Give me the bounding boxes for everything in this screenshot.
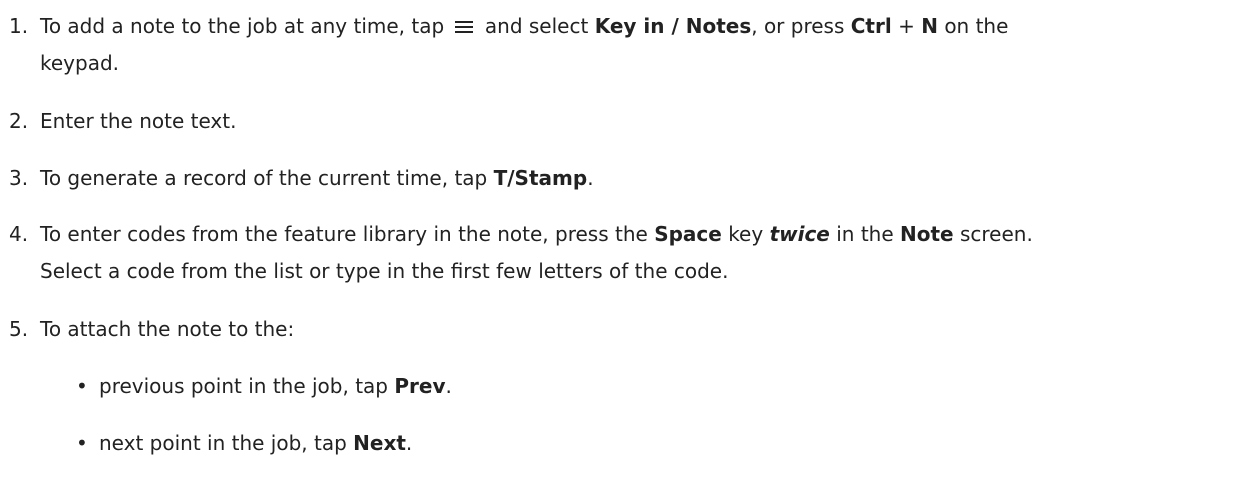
key-space: Space xyxy=(654,222,722,246)
key-n: N xyxy=(921,14,938,38)
step-body: To generate a record of the current time… xyxy=(40,160,1250,197)
step-number: 5. xyxy=(9,317,29,341)
text-segment: previous point in the job, tap xyxy=(99,374,388,398)
step-number: 2. xyxy=(9,109,29,133)
step-1-line-1: To add a note to the job at any time, ta… xyxy=(40,8,1250,45)
bullet-text: previous point in the job, tap Prev. xyxy=(99,368,452,405)
button-next: Next xyxy=(353,431,406,455)
step-body: Enter the note text. xyxy=(40,103,1250,140)
text-segment: , or press xyxy=(751,14,845,38)
text-segment: on the xyxy=(944,14,1009,38)
text-segment: key xyxy=(728,222,764,246)
text-segment: To enter codes from the feature library … xyxy=(40,222,648,246)
step-4-line-1: To enter codes from the feature library … xyxy=(40,216,1250,253)
text-segment: To generate a record of the current time… xyxy=(40,166,488,190)
step-2-text: Enter the note text. xyxy=(40,109,237,133)
step-body: To attach the note to the: xyxy=(40,311,1250,348)
step-3-text: To generate a record of the current time… xyxy=(40,160,1250,197)
menu-icon xyxy=(454,20,473,34)
bullet-marker: • xyxy=(76,431,88,455)
bullet-text: next point in the job, tap Next. xyxy=(99,425,412,462)
text-segment: screen. xyxy=(959,222,1033,246)
text-segment: and select xyxy=(484,14,589,38)
step-number: 4. xyxy=(9,222,29,246)
text-segment: To add a note to the job at any time, ta… xyxy=(40,14,445,38)
text-segment: . xyxy=(445,374,452,398)
instructions-document: 1. To add a note to the job at any time,… xyxy=(0,0,1260,481)
button-prev: Prev xyxy=(394,374,446,398)
step-number: 3. xyxy=(9,166,29,190)
step-5-text: To attach the note to the: xyxy=(40,317,295,341)
menu-option-key-in-notes: Key in / Notes xyxy=(594,14,752,38)
text-segment: + xyxy=(898,14,915,38)
text-segment: . xyxy=(587,166,594,190)
step-body: To enter codes from the feature library … xyxy=(40,216,1250,290)
key-ctrl: Ctrl xyxy=(850,14,892,38)
text-segment: . xyxy=(405,431,413,455)
emphasis-twice: twice xyxy=(769,222,830,246)
bullet-marker: • xyxy=(76,374,88,398)
step-number: 1. xyxy=(9,14,29,38)
step-body: To add a note to the job at any time, ta… xyxy=(40,8,1250,82)
step-1-line-2: keypad. xyxy=(40,51,120,75)
screen-note: Note xyxy=(900,222,954,246)
button-t-stamp: T/Stamp xyxy=(493,166,588,190)
text-segment: in the xyxy=(836,222,894,246)
step-4-line-2: Select a code from the list or type in t… xyxy=(40,259,729,283)
text-segment: next point in the job, tap xyxy=(99,431,347,455)
